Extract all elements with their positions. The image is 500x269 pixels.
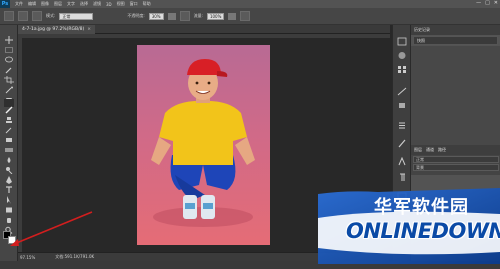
shape-tool-icon[interactable] — [4, 199, 14, 213]
pen-tool-icon[interactable] — [4, 169, 14, 184]
opacity-label: 不透明度: — [127, 13, 145, 18]
move-tool-icon[interactable] — [4, 29, 14, 44]
toolbox — [0, 25, 18, 269]
blur-tool-icon[interactable] — [4, 149, 14, 163]
maximize-button[interactable]: □ — [485, 0, 490, 6]
brush-panel-icon[interactable] — [32, 11, 42, 21]
clone-stamp-icon[interactable] — [4, 109, 14, 123]
layer-row[interactable]: 背景 — [413, 164, 499, 171]
color-panel-icon[interactable] — [397, 45, 407, 59]
lasso-tool-icon[interactable] — [4, 49, 14, 63]
flow-field[interactable]: 100% — [206, 12, 225, 20]
mode-label: 模式: — [46, 13, 56, 18]
options-bar: 模式: 正常 不透明度: 30% 流量: 100% — [0, 8, 500, 25]
dodge-tool-icon[interactable] — [4, 159, 14, 175]
layer-name: 背景 — [416, 165, 424, 170]
brush-preset-icon[interactable] — [18, 11, 28, 21]
app-logo: Ps — [0, 0, 10, 8]
history-tab[interactable]: 历史记录 — [414, 27, 430, 33]
zoom-tool-icon[interactable] — [4, 219, 14, 234]
photoshop-window: Ps 文件 编辑 图像 图层 文字 选择 滤镜 3D 视图 窗口 帮助 — □ … — [0, 0, 500, 269]
close-button[interactable]: ✕ — [494, 0, 498, 6]
menu-image[interactable]: 图像 — [41, 1, 49, 7]
document-tab[interactable]: 4-7-1a.jpg @ 97.2%(RGB/8) × — [18, 25, 96, 34]
history-panel-icon[interactable] — [397, 31, 407, 46]
menu-view[interactable]: 视图 — [117, 1, 125, 7]
eyedropper-tool-icon[interactable] — [4, 79, 14, 94]
brush-panel-icon-right[interactable] — [397, 133, 407, 148]
document-image[interactable] — [137, 45, 270, 245]
watermark-cn-text: 华军软件园 — [374, 197, 469, 218]
layers-panel-header: 图层 通道 路径 — [411, 145, 500, 155]
menu-3d[interactable]: 3D — [106, 2, 112, 7]
menu-window[interactable]: 窗口 — [130, 1, 138, 7]
color-swatches[interactable] — [3, 231, 17, 245]
document-tab-bar: 4-7-1a.jpg @ 97.2%(RGB/8) × — [18, 25, 390, 34]
paragraph-panel-icon[interactable] — [397, 167, 407, 181]
gradient-tool-icon[interactable] — [4, 139, 14, 152]
menu-file[interactable]: 文件 — [15, 1, 23, 7]
background-color[interactable] — [8, 236, 16, 244]
crop-tool-icon[interactable] — [4, 69, 14, 84]
blend-mode-select[interactable]: 正常 — [413, 156, 499, 163]
swatches-panel-icon[interactable] — [397, 59, 407, 73]
window-controls: — □ ✕ — [476, 0, 498, 6]
menu-filter[interactable]: 滤镜 — [93, 1, 101, 7]
document-tab-title: 4-7-1a.jpg @ 97.2%(RGB/8) — [22, 27, 85, 32]
menu-layer[interactable]: 图层 — [54, 1, 62, 7]
properties-panel-icon[interactable] — [397, 115, 407, 129]
flow-label: 流量: — [193, 13, 203, 18]
history-panel-body — [411, 46, 500, 146]
eraser-tool-icon[interactable] — [4, 129, 14, 142]
zoom-level[interactable]: 97.15% — [20, 255, 35, 260]
menu-type[interactable]: 文字 — [67, 1, 75, 7]
quick-select-icon[interactable] — [4, 59, 14, 74]
menu-edit[interactable]: 编辑 — [28, 1, 36, 7]
close-tab-icon[interactable]: × — [87, 27, 91, 32]
tab-paths[interactable]: 路径 — [438, 147, 446, 153]
type-tool-icon[interactable] — [4, 179, 14, 193]
brush-tool-icon[interactable] — [4, 99, 14, 114]
minimize-button[interactable]: — — [476, 0, 481, 6]
menu-bar: Ps 文件 编辑 图像 图层 文字 选择 滤镜 3D 视图 窗口 帮助 — □ … — [0, 0, 500, 8]
healing-brush-icon[interactable] — [4, 89, 14, 102]
layers-panel: 图层 通道 路径 正常 背景 — [411, 145, 500, 175]
history-snapshot-item[interactable]: 快照 — [413, 36, 498, 45]
tool-preset-icon[interactable] — [4, 11, 14, 21]
hand-tool-icon[interactable] — [4, 209, 14, 223]
adjustments-panel-icon[interactable] — [397, 81, 407, 96]
pressure-opacity-icon[interactable] — [179, 11, 190, 21]
menu-help[interactable]: 帮助 — [143, 1, 151, 7]
character-panel-icon[interactable] — [397, 151, 407, 166]
history-panel-header: 历史记录 — [411, 25, 500, 35]
ruler-horizontal — [18, 34, 390, 38]
watermark-logo: 华军软件园 ONLINEDOWN.NET — [318, 188, 500, 264]
opacity-slider[interactable] — [167, 12, 176, 20]
styles-panel-icon[interactable] — [397, 95, 407, 108]
marquee-tool-icon[interactable] — [4, 39, 14, 53]
tab-layers[interactable]: 图层 — [414, 147, 422, 153]
flow-slider[interactable] — [228, 12, 237, 20]
opacity-field[interactable]: 30% — [148, 12, 164, 20]
menu-select[interactable]: 选择 — [80, 1, 88, 7]
mode-select[interactable]: 正常 — [59, 12, 94, 20]
history-brush-icon[interactable] — [4, 119, 14, 134]
airbrush-icon[interactable] — [240, 11, 251, 21]
document-size: 文档:591.1K/791.0K — [55, 254, 95, 259]
ruler-vertical — [18, 38, 22, 252]
watermark-en-text: ONLINEDOWN.NET — [346, 219, 500, 243]
path-select-icon[interactable] — [4, 189, 14, 204]
tab-channels[interactable]: 通道 — [426, 147, 434, 153]
